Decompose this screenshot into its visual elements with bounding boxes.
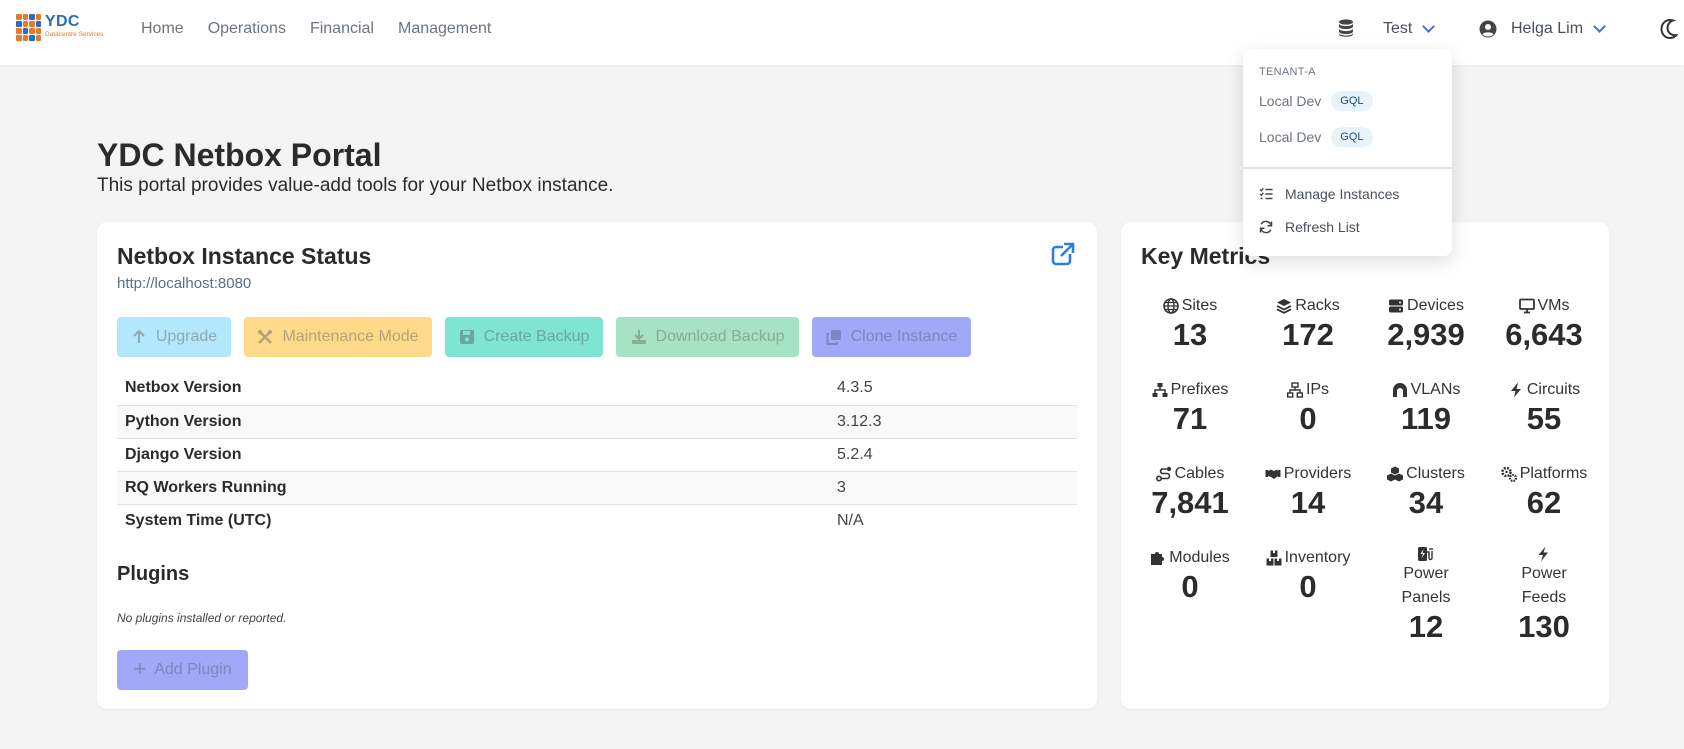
- instance-url: http://localhost:8080: [117, 275, 252, 292]
- server-icon: [1389, 299, 1404, 313]
- upgrade-button[interactable]: Upgrade: [117, 317, 231, 357]
- instance-selector[interactable]: Test: [1383, 20, 1436, 38]
- charging-station-icon: [1417, 547, 1433, 561]
- handshake-icon: [1265, 469, 1281, 479]
- maintenance-mode-button[interactable]: Maintenance Mode: [244, 317, 432, 357]
- user-circle-icon: [1479, 20, 1497, 38]
- save-icon: [459, 330, 474, 344]
- create-backup-button[interactable]: Create Backup: [445, 317, 603, 357]
- nav-operations[interactable]: Operations: [208, 20, 286, 38]
- gql-badge: GQL: [1331, 127, 1373, 147]
- instance-selector-label: Test: [1383, 20, 1413, 37]
- dropdown-divider: [1243, 167, 1452, 169]
- metric-racks: Racks 172: [1249, 294, 1367, 352]
- metric-platforms: Platforms 62: [1485, 462, 1603, 520]
- key-metrics-card: Key Metrics Sites 13 Racks 172 Devices 2…: [1121, 222, 1609, 709]
- table-row: System Time (UTC) N/A: [125, 511, 864, 529]
- status-card-title: Netbox Instance Status: [117, 243, 372, 269]
- refresh-icon: [1259, 220, 1273, 234]
- power-bolt-icon: [1538, 546, 1548, 562]
- user-menu[interactable]: Helga Lim: [1479, 20, 1606, 38]
- metric-power-feeds: Power Feeds 130: [1485, 546, 1603, 644]
- brand-tagline: Datacentre Services: [45, 31, 104, 38]
- metric-cables: Cables 7,841: [1151, 465, 1229, 520]
- metric-vms: VMs 6,643: [1505, 297, 1583, 352]
- version-info-table: Netbox Version 4.3.5 Python Version 3.12.3…: [117, 372, 1077, 537]
- arrow-up-icon: [133, 329, 145, 343]
- globe-icon: [1162, 298, 1179, 314]
- instance-option[interactable]: Local Dev GQL: [1259, 91, 1373, 111]
- table-row: Python Version 3.12.3: [117, 405, 1077, 439]
- table-row: Django Version 5.2.4: [117, 438, 1077, 472]
- instance-status-card: Netbox Instance Status http://localhost:…: [97, 222, 1097, 709]
- metric-clusters: Clusters 34: [1367, 462, 1485, 520]
- metric-circuits: Circuits 55: [1485, 378, 1603, 436]
- plugins-empty-text: No plugins installed or reported.: [117, 611, 287, 625]
- list-check-icon: [1259, 187, 1273, 200]
- gql-badge: GQL: [1331, 91, 1373, 111]
- tools-icon: [258, 330, 273, 344]
- metric-providers: Providers 14: [1249, 462, 1367, 520]
- metric-prefixes: Prefixes 71: [1131, 378, 1249, 436]
- user-name: Helga Lim: [1511, 20, 1584, 37]
- metric-modules: Modules 0: [1131, 546, 1249, 604]
- boxes-icon: [1266, 550, 1282, 566]
- manage-instances-item[interactable]: Manage Instances: [1259, 186, 1399, 202]
- chevron-down-icon: [1422, 20, 1436, 33]
- instance-option[interactable]: Local Dev GQL: [1259, 127, 1373, 147]
- instance-dropdown-menu: TENANT-A Local Dev GQL Local Dev GQL Man…: [1243, 49, 1452, 256]
- layers-icon: [1276, 299, 1292, 314]
- clone-icon: [826, 330, 841, 345]
- moon-icon[interactable]: [1660, 19, 1678, 39]
- table-row: RQ Workers Running 3: [117, 471, 1077, 505]
- metric-inventory: Inventory 0: [1249, 546, 1367, 604]
- clone-instance-button[interactable]: Clone Instance: [812, 317, 971, 357]
- sitemap-icon: [1152, 383, 1168, 397]
- download-backup-button[interactable]: Download Backup: [616, 317, 799, 357]
- route-icon: [1155, 466, 1171, 482]
- cubes-icon: [1387, 466, 1404, 482]
- brand-name: YDC: [45, 13, 80, 30]
- nav-financial[interactable]: Financial: [310, 20, 374, 38]
- download-icon: [631, 330, 646, 344]
- refresh-list-item[interactable]: Refresh List: [1259, 219, 1360, 235]
- brand-logo[interactable]: YDC Datacentre Services: [16, 14, 104, 41]
- puzzle-icon: [1151, 552, 1165, 565]
- main-nav: Home Operations Financial Management: [141, 20, 515, 38]
- network-wired-icon: [1286, 382, 1303, 398]
- metric-sites: Sites 13: [1131, 294, 1249, 352]
- tunnel-icon: [1392, 383, 1407, 397]
- page-subtitle: This portal provides value-add tools for…: [97, 175, 614, 196]
- add-plugin-button[interactable]: + Add Plugin: [117, 650, 248, 690]
- metric-devices: Devices 2,939: [1387, 297, 1465, 352]
- external-link-icon[interactable]: [1051, 242, 1075, 266]
- logo-grid-icon: [16, 14, 41, 41]
- table-row: Netbox Version 4.3.5: [117, 372, 1077, 406]
- tenant-group-header: TENANT-A: [1259, 66, 1316, 78]
- instance-actions: Upgrade Maintenance Mode Create Backup D…: [117, 317, 984, 357]
- plus-icon: +: [133, 656, 147, 681]
- metric-ips: IPs 0: [1249, 378, 1367, 436]
- nav-management[interactable]: Management: [398, 20, 491, 38]
- page-title: YDC Netbox Portal: [97, 137, 382, 173]
- chevron-down-icon: [1593, 20, 1606, 33]
- plugins-heading: Plugins: [117, 563, 190, 585]
- database-icon: [1339, 19, 1353, 37]
- bolt-icon: [1510, 382, 1521, 398]
- metric-power-panels: Power Panels 12: [1367, 546, 1485, 644]
- gears-icon: [1500, 466, 1517, 482]
- desktop-icon: [1518, 298, 1535, 314]
- metric-vlans: VLANs 119: [1367, 378, 1485, 436]
- nav-home[interactable]: Home: [141, 20, 184, 38]
